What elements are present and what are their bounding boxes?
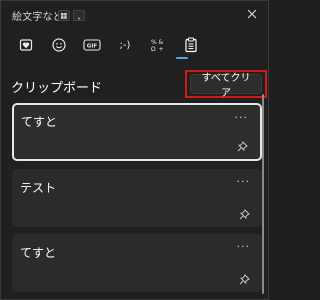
clipboard-item[interactable]: てすと ··· <box>12 234 262 292</box>
section-heading: クリップボード <box>11 81 103 96</box>
tab-emoji[interactable] <box>48 34 70 56</box>
emoji-panel: 絵文字など GIF ;-) % & Ω + クリップボード すべてクリア てすと… <box>0 0 269 300</box>
svg-text:+: + <box>159 46 164 53</box>
svg-text:&: & <box>159 39 164 46</box>
tab-clipboard[interactable] <box>180 34 202 56</box>
pin-icon <box>239 273 250 284</box>
svg-text:GIF: GIF <box>87 44 98 50</box>
more-options-button[interactable]: ··· <box>235 111 249 124</box>
heart-icon <box>19 39 33 51</box>
windows-key-icon <box>58 10 70 21</box>
symbols-icon: % & Ω + <box>151 39 164 53</box>
tab-gif[interactable]: GIF <box>81 34 103 56</box>
svg-text:Ω: Ω <box>151 46 156 53</box>
window-title: 絵文字など <box>12 12 63 23</box>
clipboard-icon <box>185 37 197 53</box>
highlight-box: すべてクリア <box>185 70 267 99</box>
clipboard-item-text: テスト <box>20 181 57 195</box>
selected-tab-indicator <box>176 57 188 59</box>
clear-all-button[interactable]: すべてクリア <box>190 73 262 99</box>
pin-button[interactable] <box>238 208 250 220</box>
category-tabs: GIF ;-) % & Ω + <box>15 34 215 56</box>
pin-icon <box>237 140 248 151</box>
svg-text:%: % <box>151 39 157 46</box>
more-options-button[interactable]: ··· <box>237 240 251 253</box>
pin-button[interactable] <box>238 273 250 285</box>
more-options-button[interactable]: ··· <box>237 175 251 188</box>
pin-button[interactable] <box>236 140 248 152</box>
kaomoji-icon: ;-) <box>119 39 131 51</box>
close-icon <box>247 9 257 19</box>
close-button[interactable] <box>244 6 260 22</box>
scrollbar[interactable] <box>262 94 264 294</box>
smiley-icon <box>52 38 66 52</box>
title-bar: 絵文字など <box>1 1 270 29</box>
tab-symbols[interactable]: % & Ω + <box>147 34 169 56</box>
clipboard-item[interactable]: テスト ··· <box>12 169 262 227</box>
clipboard-item-text: てすと <box>21 115 58 129</box>
clipboard-item-text: てすと <box>20 246 57 260</box>
pin-icon <box>239 208 250 219</box>
tab-recent[interactable] <box>15 34 37 56</box>
gif-icon: GIF <box>83 39 101 51</box>
period-key-icon <box>73 10 85 21</box>
tab-kaomoji[interactable]: ;-) <box>114 34 136 56</box>
clipboard-item[interactable]: てすと ··· <box>12 103 262 161</box>
